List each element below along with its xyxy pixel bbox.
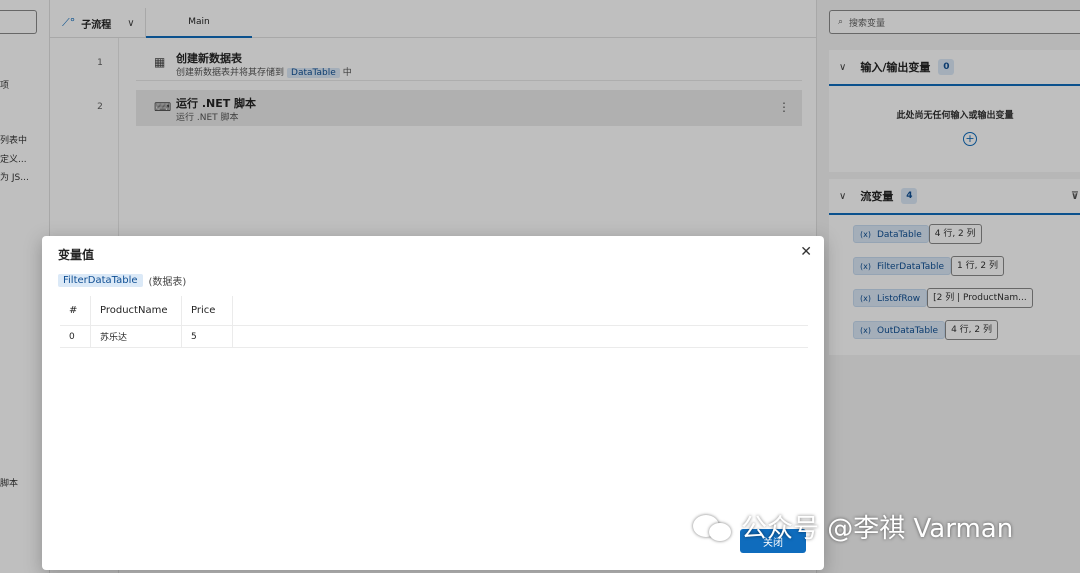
variable-type: (数据表)	[148, 277, 187, 288]
table-cell: 苏乐达	[91, 326, 182, 347]
column-header[interactable]: #	[60, 296, 91, 325]
variable-tag: FilterDataTable	[58, 274, 143, 287]
datatable-grid: # ProductName Price 0 苏乐达 5	[60, 296, 808, 348]
table-cell: 5	[182, 326, 233, 347]
dialog-title: 变量值	[58, 248, 95, 262]
close-button[interactable]: 关闭	[740, 529, 806, 553]
column-header[interactable]: ProductName	[91, 296, 182, 325]
variable-value-dialog: 变量值 ✕ FilterDataTable (数据表) # ProductNam…	[42, 236, 824, 570]
dialog-variable-info: FilterDataTable (数据表)	[58, 273, 186, 288]
table-row: 0 苏乐达 5	[60, 326, 808, 348]
column-header[interactable]: Price	[182, 296, 233, 325]
table-header-row: # ProductName Price	[60, 296, 808, 326]
close-icon[interactable]: ✕	[800, 244, 812, 260]
table-cell: 0	[60, 326, 91, 347]
